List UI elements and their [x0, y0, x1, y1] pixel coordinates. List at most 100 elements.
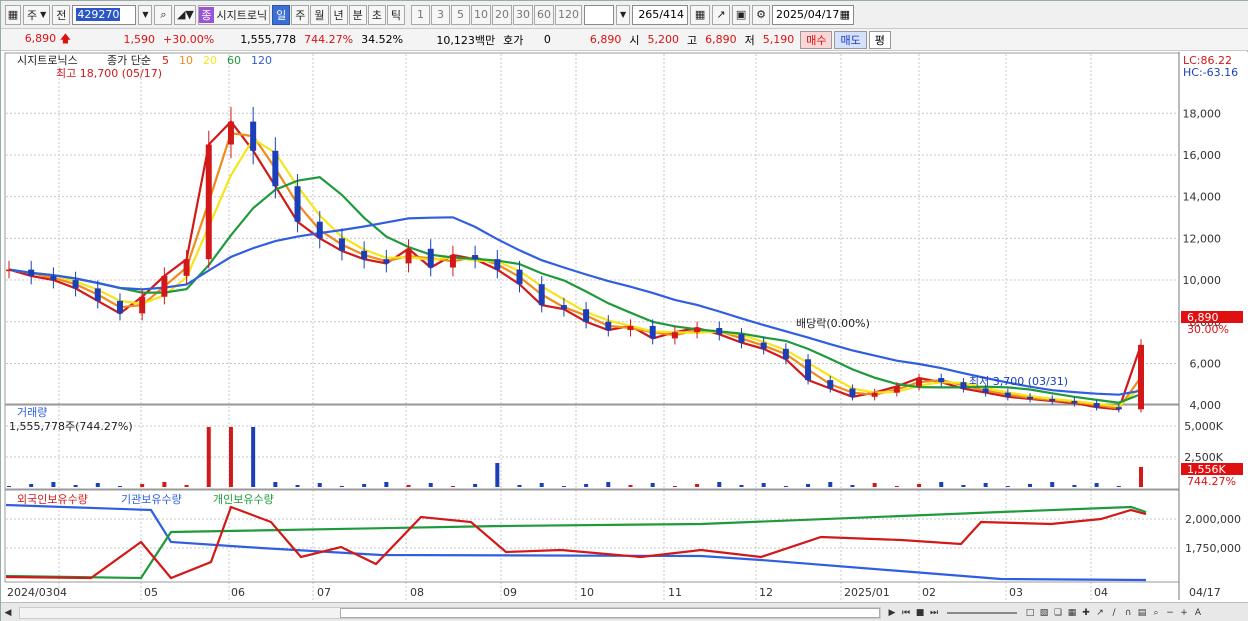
price-now: 6,890 🡅 — [1, 30, 75, 49]
candle-body — [671, 332, 678, 339]
volume-bar — [362, 484, 367, 487]
layout-icon[interactable]: ▦ — [5, 4, 21, 25]
eval-button[interactable]: 평 — [868, 30, 891, 49]
zoom-out-icon[interactable]: − — [1163, 606, 1177, 620]
volume-bar — [117, 486, 122, 487]
candle-type-icon[interactable]: ▦ — [690, 4, 711, 25]
interval-tab[interactable]: 1 — [411, 4, 431, 25]
search-icon[interactable]: ⌕ — [154, 4, 173, 25]
bottom-scrollbar[interactable]: ◀ ▶ ⏮ ■ ⏭ □ ▧ ❏ ▦ ✚ ↗ ∕ ∩ ▤ ⌕ − + A — [1, 602, 1248, 621]
volume-bar — [473, 484, 478, 487]
period-tab[interactable]: 일 — [272, 4, 291, 25]
period-tab[interactable]: 초 — [367, 4, 386, 25]
volume-bar — [628, 485, 633, 487]
period-tab[interactable]: 주 — [291, 4, 310, 25]
forward-icon[interactable]: ⏭ — [927, 606, 941, 620]
line-tool-icon[interactable]: ∕ — [1107, 606, 1121, 620]
scroll-track[interactable] — [19, 606, 881, 619]
candle-body — [250, 121, 257, 151]
play-icon[interactable]: ▶ — [885, 606, 899, 620]
draw-tool-icon[interactable]: ↗ — [712, 4, 731, 25]
volume-bar — [850, 485, 855, 487]
period-tab[interactable]: 년 — [329, 4, 348, 25]
date-text: 2025/04/17 — [776, 8, 840, 21]
x-axis-label: 07 — [317, 586, 331, 599]
volume-tag-pct: 744.27% — [1187, 475, 1236, 488]
price-y-tick: 18,000 — [1183, 107, 1222, 120]
price-y-tick: 14,000 — [1183, 191, 1222, 204]
change-percent: +30.00% — [163, 33, 215, 46]
stock-chart[interactable]: 시지트로닉스 종가 단순 5 10 20 60 120 LC:86.22HC:-63.16최고… — [1, 52, 1248, 602]
grid-icon[interactable]: ▦ — [1065, 606, 1079, 620]
interval-input[interactable] — [584, 4, 615, 25]
candle-body — [694, 328, 701, 333]
volume-bar — [783, 486, 788, 487]
high-label: 고 — [686, 33, 698, 47]
gear-icon[interactable]: ⚙ — [752, 4, 771, 25]
buy-button[interactable]: 매수 — [800, 30, 833, 49]
volume-bar — [184, 485, 189, 487]
interval-tab[interactable]: 3 — [431, 4, 451, 25]
rewind-icon[interactable]: ⏮ — [899, 606, 913, 620]
calendar-icon[interactable]: ▦ — [840, 8, 850, 21]
candle-body — [827, 380, 834, 389]
arrow-icon[interactable]: ↗ — [1093, 606, 1107, 620]
scroll-left-icon[interactable]: ◀ — [1, 606, 15, 620]
font-icon[interactable]: A — [1191, 606, 1205, 620]
stock-code-input[interactable]: 429270 — [72, 4, 137, 25]
candle-body — [1115, 407, 1122, 410]
scroll-thumb[interactable] — [340, 607, 880, 618]
period-tab[interactable]: 월 — [310, 4, 329, 25]
volume-bar — [228, 427, 233, 487]
sell-button[interactable]: 매도 — [834, 30, 867, 49]
zoom-in-icon[interactable]: + — [1177, 606, 1191, 620]
candle-body — [449, 255, 456, 268]
volume-bar — [761, 483, 766, 487]
period-tab[interactable]: 틱 — [386, 4, 406, 25]
candle-body — [738, 334, 745, 343]
low-price: 5,190 — [762, 33, 795, 46]
interval-tab[interactable]: 5 — [451, 4, 471, 25]
period-tab[interactable]: 분 — [348, 4, 367, 25]
candle-body — [1027, 396, 1034, 399]
low-annotation: 최저 3,700 (03/31) — [969, 375, 1068, 388]
volume-bar — [561, 486, 566, 487]
save-icon[interactable]: ▣ — [732, 4, 751, 25]
interval-tab[interactable]: 60 — [534, 4, 555, 25]
x-axis-label: 10 — [580, 586, 594, 599]
window-icon[interactable]: □ — [1023, 606, 1037, 620]
candle-body — [960, 382, 967, 389]
volume-bar — [51, 482, 56, 487]
speaker-icon[interactable]: ◢▼ — [174, 4, 197, 25]
volume-bar — [517, 485, 522, 487]
interval-tab[interactable]: 20 — [492, 4, 513, 25]
candle-body — [183, 259, 190, 276]
volume-bar — [1116, 486, 1121, 487]
count-display[interactable]: 265/414 — [632, 4, 689, 25]
date-field[interactable]: 2025/04/17 ▦ — [772, 4, 855, 25]
tile-icon[interactable]: ▧ — [1037, 606, 1051, 620]
interval-tab[interactable]: 30 — [513, 4, 534, 25]
turnover-rate: 34.52% — [361, 33, 404, 46]
prev-button[interactable]: 전 — [52, 4, 71, 25]
hoga-label: 호가 — [503, 33, 524, 47]
magnet-icon[interactable]: ∩ — [1121, 606, 1135, 620]
volume-bar — [939, 482, 944, 487]
copy-icon[interactable]: ❏ — [1051, 606, 1065, 620]
zoom-icon[interactable]: ⌕ — [1149, 606, 1163, 620]
interval-dropdown[interactable]: ▼ — [616, 4, 631, 25]
price-panel-title: 시지트로닉스 — [17, 54, 78, 67]
crosshair-icon[interactable]: ✚ — [1079, 606, 1093, 620]
price-y-tick: 12,000 — [1183, 232, 1222, 245]
stock-name-field[interactable]: 종 시지트로닉 — [198, 4, 271, 25]
interval-tab[interactable]: 10 — [471, 4, 492, 25]
interval-tab[interactable]: 120 — [555, 4, 583, 25]
text-tool-icon[interactable]: ▤ — [1135, 606, 1149, 620]
stop-icon[interactable]: ■ — [913, 606, 927, 620]
market-select[interactable]: 주 ▼ — [23, 4, 51, 25]
zoom-track[interactable] — [947, 611, 1017, 614]
candle-body — [6, 269, 12, 272]
volume-bar — [1028, 484, 1033, 487]
code-dropdown-button[interactable]: ▼ — [138, 4, 153, 25]
candle-body — [294, 186, 301, 222]
